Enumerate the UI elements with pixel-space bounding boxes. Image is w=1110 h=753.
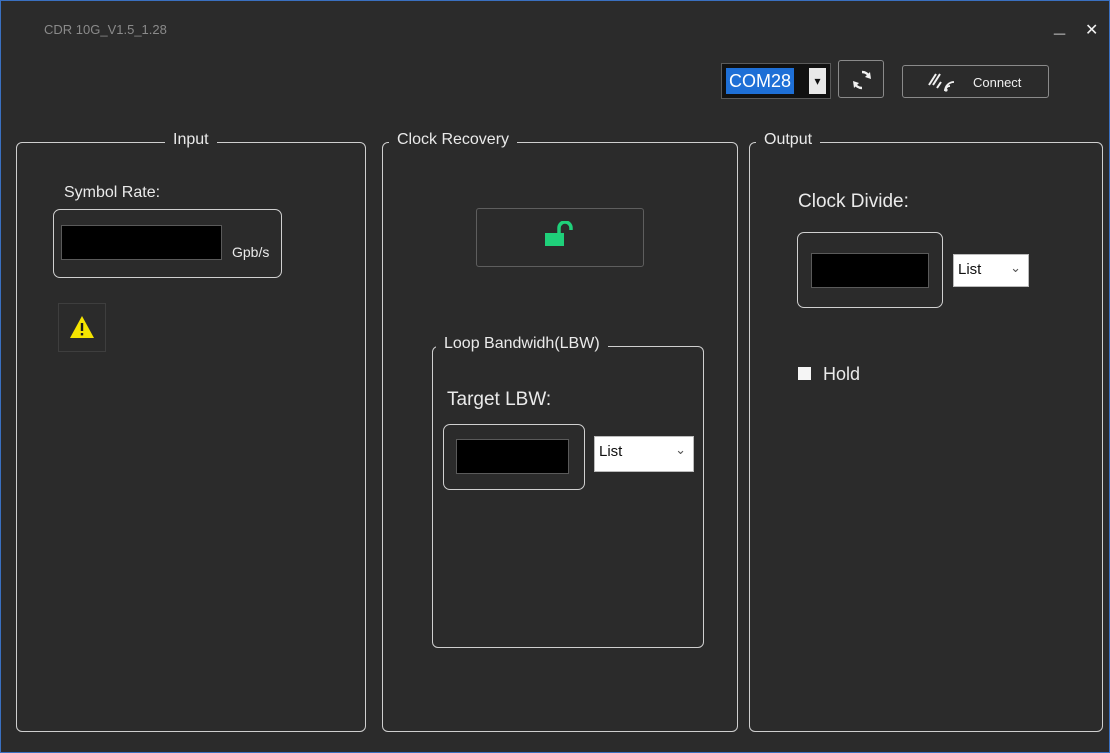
connect-button[interactable]: Connect [902, 65, 1049, 98]
app-window: CDR 10G_V1.5_1.28 _ ✕ COM28 ▾ Connect In… [0, 0, 1110, 753]
minimize-button[interactable]: _ [1054, 15, 1065, 38]
wireless-signal-icon [928, 73, 955, 92]
com-port-value: COM28 [726, 68, 795, 94]
target-lbw-list-value: List [599, 443, 623, 460]
refresh-icon [853, 70, 871, 90]
hold-checkbox[interactable] [798, 367, 811, 380]
warning-indicator[interactable] [58, 303, 106, 352]
chevron-down-icon: ⌄ [675, 442, 686, 457]
window-title: CDR 10G_V1.5_1.28 [44, 22, 167, 37]
clock-divide-list-select[interactable]: List ⌄ [953, 254, 1029, 287]
symbol-rate-unit: Gpb/s [232, 244, 270, 260]
target-lbw-label: Target LBW: [447, 389, 552, 410]
refresh-button[interactable] [838, 60, 884, 98]
target-lbw-field[interactable] [456, 439, 569, 474]
lock-status-button[interactable] [476, 208, 644, 267]
symbol-rate-field[interactable] [61, 225, 222, 260]
warning-icon [70, 316, 94, 338]
clock-divide-label: Clock Divide: [798, 191, 909, 212]
clock-divide-field[interactable] [811, 253, 929, 288]
input-group-title: Input [165, 131, 217, 149]
output-group-title: Output [756, 131, 821, 149]
clock-divide-list-value: List [958, 261, 982, 278]
clock-recovery-title: Clock Recovery [389, 131, 518, 149]
output-group: Output [749, 131, 1103, 732]
com-port-select[interactable]: COM28 ▾ [721, 63, 831, 99]
loop-bandwidth-title: Loop Bandwidh(LBW) [436, 335, 608, 353]
target-lbw-list-select[interactable]: List ⌄ [594, 436, 694, 472]
connect-label: Connect [973, 75, 1022, 90]
hold-label: Hold [823, 364, 861, 384]
dropdown-arrow-icon[interactable]: ▾ [809, 68, 826, 94]
chevron-down-icon: ⌄ [1010, 260, 1021, 275]
unlocked-padlock-icon [545, 221, 573, 246]
symbol-rate-label: Symbol Rate: [64, 184, 161, 201]
close-button[interactable]: ✕ [1085, 20, 1098, 40]
